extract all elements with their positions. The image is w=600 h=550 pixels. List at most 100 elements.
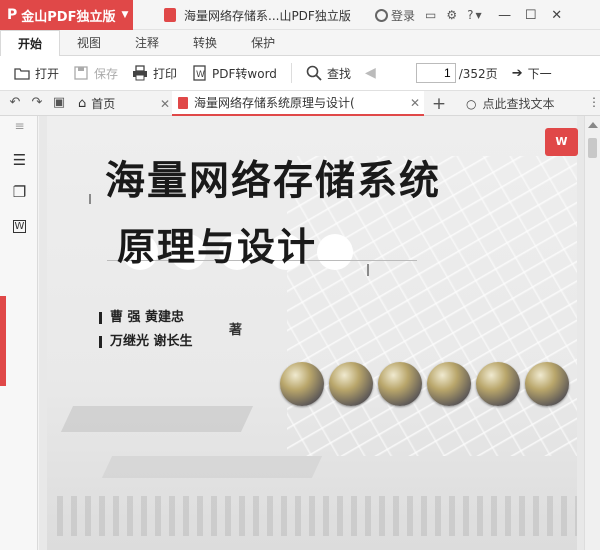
arrow-left-icon: ◀ <box>364 65 376 81</box>
tab-document-label: 海量网络存储系统原理与设计( <box>194 96 355 110</box>
app-menu-button[interactable]: P 金山PDF独立版 ▼ <box>0 0 133 30</box>
author-bar <box>99 335 102 348</box>
pdf-to-word-float-button[interactable]: W <box>545 128 578 156</box>
help-button[interactable]: ? ▼ <box>467 8 482 22</box>
maximize-icon: ☐ <box>524 7 537 23</box>
title-bar: P 金山PDF独立版 ▼ 海量网络存储系...山PDF独立版 登录 ▭ ⚙ ? ▼… <box>0 0 600 30</box>
gear-icon: ⚙ <box>446 8 458 22</box>
pdf-page: 海量网络存储系统 原理与设计 曹 强 黄建忠 万继光 谢长生 著 <box>47 116 577 550</box>
tab-start[interactable]: 开始 <box>0 30 61 57</box>
open-label: 打开 <box>35 66 60 81</box>
pdf-file-icon <box>164 8 176 22</box>
page-total: /352页 <box>458 66 498 81</box>
find-button[interactable]: 查找 <box>306 65 351 82</box>
tab-convert[interactable]: 转换 <box>176 30 234 56</box>
folder-icon <box>14 68 30 80</box>
tab-document[interactable]: 海量网络存储系统原理与设计( ✕ <box>172 91 424 116</box>
redo-button[interactable]: ↷ <box>26 95 48 110</box>
more-menu-button[interactable]: ⋮ <box>588 95 600 109</box>
vertical-scrollbar[interactable] <box>584 116 600 550</box>
globe-image <box>476 362 520 406</box>
pdf-to-word-icon: W <box>12 220 27 233</box>
text-search-box[interactable]: ○ 点此查找文本 <box>466 95 555 112</box>
close-icon: ✕ <box>551 7 563 23</box>
tab-view[interactable]: 视图 <box>60 30 118 56</box>
message-button[interactable]: ▭ <box>425 8 436 22</box>
new-tab-button[interactable]: + <box>428 94 450 114</box>
minimize-button[interactable]: — <box>492 8 518 23</box>
scroll-up-arrow-icon[interactable] <box>588 122 598 128</box>
sidebar-collapse-handle[interactable] <box>0 296 6 386</box>
globe-image <box>427 362 471 406</box>
pdf-to-word-button[interactable]: W PDF转word <box>191 65 277 82</box>
close-icon[interactable]: ✕ <box>410 96 420 110</box>
thumbnails-icon: ❐ <box>12 183 27 201</box>
tab-protect[interactable]: 保护 <box>234 30 292 56</box>
chevron-down-icon: ▼ <box>475 10 482 20</box>
thumbnails-button[interactable]: ❐ <box>11 184 28 200</box>
authors-line2-text: 万继光 谢长生 <box>110 334 193 349</box>
decorative-stroke <box>57 496 577 536</box>
close-button[interactable]: ✕ <box>544 8 570 23</box>
book-title-line1: 海量网络存储系统 <box>105 157 441 204</box>
pdf-file-icon <box>178 96 188 109</box>
tab-home[interactable]: ⌂ 首页 ✕ <box>78 91 170 116</box>
scroll-thumb[interactable] <box>588 138 597 158</box>
left-sidebar: ≡ ☰ ❐ W <box>0 116 38 550</box>
toolbar: 打开 保存 打印 W PDF转word 查找 ◀ /352页 ➔ 下一 <box>0 56 600 90</box>
more-vertical-icon: ⋮ <box>588 95 600 109</box>
next-page-button[interactable]: ➔ 下一 <box>512 65 552 82</box>
panel-divider-icon: ≡ <box>14 119 25 133</box>
globe-image <box>378 362 422 406</box>
decorative-stroke <box>60 406 254 432</box>
save-button[interactable]: 保存 <box>73 65 118 82</box>
page-number-input[interactable] <box>415 63 456 83</box>
login-label: 登录 <box>391 8 416 23</box>
svg-text:W: W <box>196 70 205 80</box>
minimize-icon: — <box>498 7 512 23</box>
app-name: 金山PDF独立版 <box>21 9 116 25</box>
toolbar-separator <box>290 63 292 83</box>
message-icon: ▭ <box>425 8 437 22</box>
undo-button[interactable]: ↶ <box>4 95 26 110</box>
save-icon: ▣ <box>52 95 66 110</box>
user-icon <box>375 8 388 22</box>
maximize-button[interactable]: ☐ <box>518 8 544 23</box>
printer-icon <box>133 65 148 81</box>
pdf-to-word-icon: W <box>555 135 568 148</box>
login-button[interactable]: 登录 <box>375 7 415 24</box>
home-icon: ⌂ <box>78 96 87 111</box>
title-divider <box>89 194 91 204</box>
title-circle-deco <box>317 234 353 270</box>
window-title-text: 海量网络存储系...山PDF独立版 <box>184 8 351 23</box>
authors-line1: 曹 强 黄建忠 <box>99 306 184 325</box>
prev-page-button[interactable]: ◀ <box>365 65 376 81</box>
search-icon: ○ <box>466 96 477 111</box>
decorative-stroke <box>101 456 323 478</box>
outline-button[interactable]: ☰ <box>11 152 28 168</box>
find-label: 查找 <box>326 66 351 81</box>
print-label: 打印 <box>153 66 178 81</box>
settings-button[interactable]: ⚙ <box>446 8 457 22</box>
document-viewport: 海量网络存储系统 原理与设计 曹 强 黄建忠 万继光 谢长生 著 <box>39 116 584 550</box>
document-tab-strip: ↶ ↷ ▣ ⌂ 首页 ✕ 海量网络存储系统原理与设计( ✕ + ○ 点此查找文本… <box>0 90 600 116</box>
arrow-right-icon: ➔ <box>511 65 523 81</box>
window-title: 海量网络存储系...山PDF独立版 <box>164 0 351 30</box>
tab-annotate[interactable]: 注释 <box>118 30 176 56</box>
open-button[interactable]: 打开 <box>14 65 59 82</box>
globe-image <box>525 362 569 406</box>
undo-icon: ↶ <box>9 95 21 110</box>
convert-button[interactable]: W <box>11 216 28 233</box>
authors-line1-text: 曹 强 黄建忠 <box>110 310 185 325</box>
next-label: 下一 <box>527 66 552 81</box>
redo-icon: ↷ <box>31 95 43 110</box>
title-bar-controls: 登录 ▭ ⚙ ? ▼ — ☐ ✕ <box>375 0 570 30</box>
quick-save-button[interactable]: ▣ <box>48 95 70 110</box>
print-button[interactable]: 打印 <box>132 65 177 82</box>
author-suffix: 著 <box>229 323 243 338</box>
title-divider <box>367 264 369 276</box>
book-title-line2: 原理与设计 <box>117 224 318 269</box>
globe-image <box>280 362 324 406</box>
app-logo-icon: P <box>7 7 18 23</box>
close-icon[interactable]: ✕ <box>160 97 170 111</box>
